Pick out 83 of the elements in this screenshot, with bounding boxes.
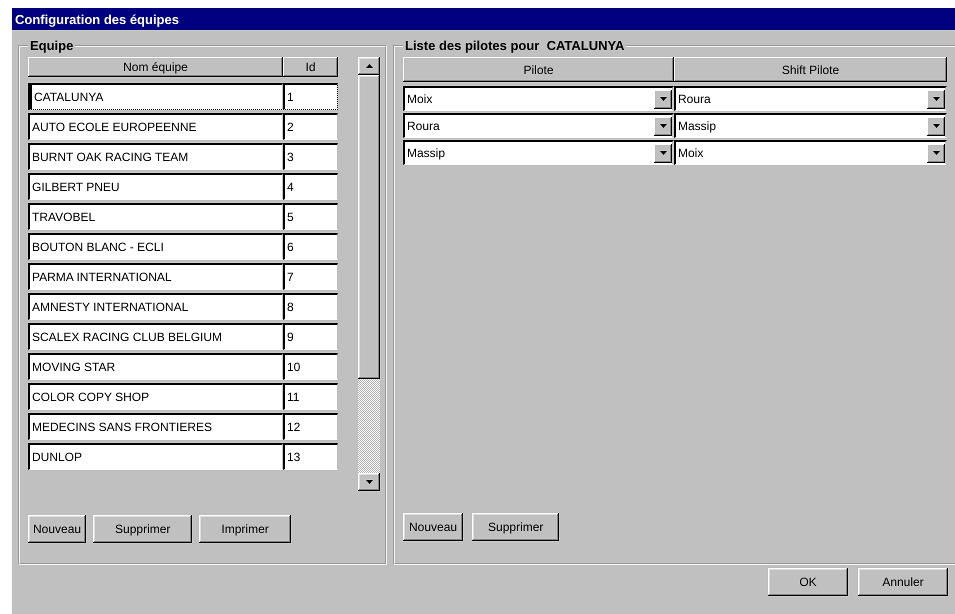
dropdown-field[interactable]: Moix — [403, 86, 674, 111]
delete-button[interactable]: Supprimer — [472, 513, 560, 541]
dropdown-value: Massip — [678, 119, 716, 133]
down-arrow-icon — [660, 124, 666, 128]
dropdown-value: Moix — [407, 92, 432, 106]
delete-button[interactable]: Supprimer — [93, 515, 192, 543]
table-row[interactable]: GILBERT PNEU 4 — [28, 173, 338, 200]
table-row[interactable]: MOVING STAR 10 — [28, 353, 338, 380]
down-arrow-icon — [932, 151, 940, 155]
column-header[interactable]: Id — [283, 57, 338, 77]
table-cell: COLOR COPY SHOP — [28, 383, 283, 410]
down-arrow-icon — [366, 480, 372, 484]
table-cell: PARMA INTERNATIONAL — [28, 263, 283, 290]
dropdown-field[interactable]: Massip — [403, 140, 674, 165]
table-row[interactable]: TRAVOBEL 5 — [28, 203, 338, 230]
table-cell: SCALEX RACING CLUB BELGIUM — [28, 323, 283, 350]
table-cell: 6 — [283, 233, 338, 260]
table-row[interactable]: BURNT OAK RACING TEAM 3 — [28, 143, 338, 170]
dropdown-value: Moix — [678, 146, 704, 160]
dropdown-field[interactable]: Roura — [674, 86, 947, 111]
table-cell: DUNLOP — [28, 443, 283, 470]
table-row[interactable]: SCALEX RACING CLUB BELGIUM 9 — [28, 323, 338, 350]
table-row[interactable]: MEDECINS SANS FRONTIERES 12 — [28, 413, 338, 440]
table-cell: 3 — [283, 143, 338, 170]
scrollbar[interactable] — [358, 57, 380, 491]
table-cell: 13 — [283, 443, 338, 470]
dropdown-button[interactable] — [927, 116, 945, 136]
down-arrow-icon — [932, 97, 940, 101]
table-cell: 7 — [283, 263, 338, 290]
table-cell: MEDECINS SANS FRONTIERES — [28, 413, 283, 440]
dropdown-field[interactable]: Roura — [403, 113, 674, 138]
table-cell: BOUTON BLANC - ECLI — [28, 233, 283, 260]
dropdown-value: Roura — [678, 92, 711, 106]
table-row[interactable]: BOUTON BLANC - ECLI 6 — [28, 233, 338, 260]
up-arrow-icon — [366, 64, 372, 68]
dropdown-button[interactable] — [927, 90, 945, 108]
ok-button[interactable]: OK — [768, 568, 848, 596]
dropdown-value: Roura — [407, 119, 440, 133]
table-cell: 10 — [283, 353, 338, 380]
table-row[interactable]: AUTO ECOLE EUROPEENNE 2 — [28, 113, 338, 140]
down-arrow-icon — [660, 97, 666, 101]
table-cell: 2 — [283, 113, 338, 140]
dropdown-field[interactable]: Moix — [674, 140, 947, 165]
table-cell: AUTO ECOLE EUROPEENNE — [28, 113, 283, 140]
group-title: Liste des pilotes pour CATALUNYA — [404, 38, 626, 53]
table-row[interactable]: COLOR COPY SHOP 11 — [28, 383, 338, 410]
table-row[interactable]: PARMA INTERNATIONAL 7 — [28, 263, 338, 290]
down-arrow-icon — [932, 124, 940, 128]
dropdown-field[interactable]: Massip — [674, 113, 947, 138]
column-header[interactable]: Pilote — [403, 57, 674, 82]
dropdown-value: Massip — [407, 146, 446, 160]
table-cell: TRAVOBEL — [28, 203, 283, 230]
scroll-up-button[interactable] — [358, 57, 380, 75]
dropdown-button[interactable] — [654, 90, 672, 108]
table-cell: MOVING STAR — [28, 353, 283, 380]
table-cell: 8 — [283, 293, 338, 320]
cancel-button[interactable]: Annuler — [858, 568, 948, 596]
new-button[interactable]: Nouveau — [28, 515, 86, 543]
table-cell: AMNESTY INTERNATIONAL — [28, 293, 283, 320]
table-row[interactable]: AMNESTY INTERNATIONAL 8 — [28, 293, 338, 320]
table-cell: 11 — [283, 383, 338, 410]
column-header[interactable]: Shift Pilote — [674, 57, 947, 82]
table-cell: 12 — [283, 413, 338, 440]
table-cell: 5 — [283, 203, 338, 230]
table-cell: CATALUNYA — [28, 83, 283, 110]
table-cell: 4 — [283, 173, 338, 200]
table-row[interactable]: DUNLOP 13 — [28, 443, 338, 470]
down-arrow-icon — [660, 151, 666, 155]
print-button[interactable]: Imprimer — [199, 515, 291, 543]
group-title: Equipe — [29, 38, 74, 53]
dropdown-button[interactable] — [654, 116, 672, 136]
dropdown-button[interactable] — [927, 144, 945, 162]
scroll-down-button[interactable] — [358, 473, 380, 491]
table-cell: GILBERT PNEU — [28, 173, 283, 200]
table-cell: 1 — [283, 83, 338, 110]
scroll-thumb[interactable] — [358, 75, 380, 379]
column-header[interactable]: Nom équipe — [28, 57, 283, 77]
table-cell: 9 — [283, 323, 338, 350]
table-row[interactable]: CATALUNYA 1 — [28, 83, 338, 110]
window-title: Configuration des équipes — [12, 8, 955, 30]
new-button[interactable]: Nouveau — [403, 513, 464, 541]
table-cell: BURNT OAK RACING TEAM — [28, 143, 283, 170]
dropdown-button[interactable] — [654, 144, 672, 162]
